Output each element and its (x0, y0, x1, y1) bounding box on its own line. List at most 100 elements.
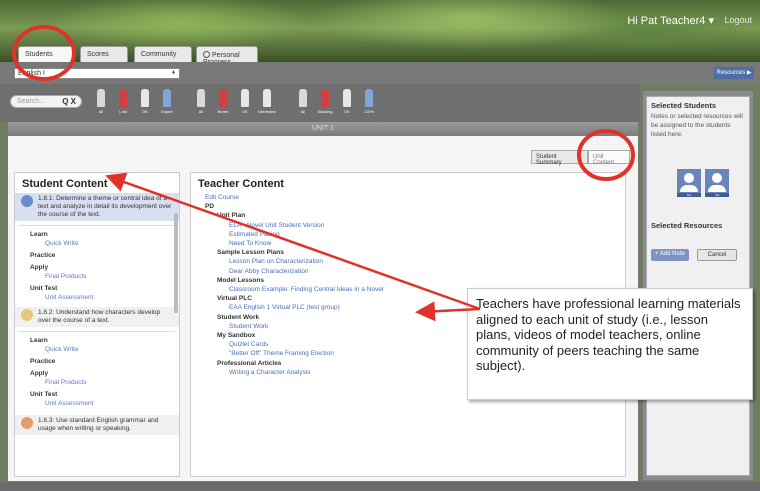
filter-figure[interactable]: All (92, 89, 110, 114)
person-icon (343, 89, 351, 107)
tab-scores[interactable]: Scores (80, 46, 128, 62)
student-avatar[interactable]: Stu (677, 169, 701, 197)
section-link[interactable]: Final Products (45, 273, 179, 280)
filter-label: All (198, 109, 204, 114)
section-link[interactable]: Final Products (45, 379, 179, 386)
section-link[interactable]: Unit Assessment (45, 400, 179, 407)
section-label: Unit Test (30, 391, 58, 398)
tab-students[interactable]: Students (18, 46, 74, 62)
section-label: Practice (30, 358, 56, 365)
unit-content-button[interactable]: Unit Content (588, 150, 630, 166)
avatar-tag: Stu (677, 193, 701, 197)
filter-label: Lost (119, 109, 127, 114)
filter-label: All (300, 109, 306, 114)
tab-community-label: Community (141, 51, 177, 58)
objective-text: 1.8.2: Understand how characters develop… (38, 309, 161, 324)
resources-button[interactable]: Resources ▶ (714, 67, 754, 79)
filter-figure[interactable]: All (192, 89, 210, 114)
filter-label: Slacking (317, 109, 333, 114)
section-link[interactable]: Quick Write (45, 346, 179, 353)
teacher-content-link[interactable]: ELA - Novel Unit Student Version (229, 221, 625, 230)
bottom-bar (0, 482, 760, 491)
objective-item[interactable]: 1.8.2: Understand how characters develop… (15, 307, 179, 327)
divider (19, 225, 175, 226)
section-label: Practice (30, 252, 56, 259)
student-content-panel: Student Content 1.8.1: Determine a theme… (14, 172, 180, 477)
teacher-content-link[interactable]: Need To Know (229, 239, 625, 248)
add-note-button[interactable]: + Add Note (651, 249, 689, 261)
select-arrow-icon: ♦ (171, 70, 175, 76)
search-clear-icon[interactable]: Q X (62, 97, 76, 106)
selected-students-title: Selected Students (651, 101, 717, 110)
filter-figure[interactable]: OK (236, 89, 254, 114)
person-icon (197, 89, 205, 107)
cancel-button[interactable]: Cancel (697, 249, 737, 261)
divider (19, 331, 175, 332)
objective-icon (21, 309, 33, 321)
teacher-content-link[interactable]: Estimated Pacing (229, 230, 625, 239)
person-icon (299, 89, 307, 107)
teacher-content-heading: PD (205, 203, 215, 211)
student-avatar[interactable]: Stu (705, 169, 730, 197)
filter-label: Bored (217, 109, 229, 114)
teacher-content-title: Teacher Content (198, 178, 284, 190)
teacher-content-heading: Model Lessons (217, 276, 264, 284)
search-input[interactable]: Search... Q X (10, 95, 82, 108)
person-icon (141, 89, 149, 107)
sidebar-inner: Selected Students Notes or selected reso… (646, 96, 750, 476)
teacher-content-link[interactable]: Lesson Plan on Characterization (229, 257, 625, 266)
objective-item[interactable]: 1.8.3: Use standard English grammar and … (15, 415, 179, 435)
teacher-content-heading: Sample Lesson Plans (217, 249, 284, 257)
avatar-tag: Stu (705, 193, 730, 197)
annotation-callout: Teachers have professional learning mate… (467, 288, 753, 400)
filter-figure[interactable]: Slacking (316, 89, 334, 114)
course-select[interactable]: English I ♦ (14, 68, 180, 79)
filter-figure[interactable]: OK (338, 89, 356, 114)
person-icon (365, 89, 373, 107)
section-label: Apply (30, 264, 49, 271)
objective-icon (21, 195, 33, 207)
objective-item[interactable]: 1.8.1: Determine a theme or central idea… (15, 193, 179, 221)
filter-label: Expert (161, 109, 173, 114)
filter-figure[interactable]: Interested (258, 89, 276, 114)
user-greeting[interactable]: Hi Pat Teacher4 ▾ (627, 14, 714, 27)
teacher-content-heading: Unit Plan (217, 212, 246, 220)
filter-label: OK (344, 109, 350, 114)
person-icon (263, 89, 271, 107)
tab-personal-progress[interactable]: Personal Progress (196, 46, 258, 66)
logout-link[interactable]: Logout (724, 15, 752, 25)
filter-figure[interactable]: Lost (114, 89, 132, 114)
filter-figure[interactable]: OK (136, 89, 154, 114)
section-label: Learn (30, 231, 48, 238)
student-content-title: Student Content (22, 178, 108, 190)
person-icon (119, 89, 127, 107)
tab-community[interactable]: Community (134, 46, 192, 62)
section-link[interactable]: Quick Write (45, 240, 179, 247)
filter-label: OK (142, 109, 148, 114)
scrollbar[interactable] (174, 213, 178, 313)
filter-figure[interactable]: Expert (158, 89, 176, 114)
section-label: Learn (30, 337, 48, 344)
student-summary-button[interactable]: Student Summary (531, 150, 588, 166)
unit-title: UNIT 1 (8, 122, 638, 136)
filter-label: Interested (258, 109, 276, 114)
selected-students-note: Notes or selected resources will be assi… (651, 113, 743, 138)
section-link[interactable]: Unit Assessment (45, 294, 179, 301)
teacher-content-link[interactable]: Dear Abby Characterization (229, 267, 625, 276)
tab-scores-label: Scores (87, 51, 109, 58)
person-icon (219, 89, 227, 107)
person-icon (241, 89, 249, 107)
teacher-content-link[interactable]: Edit Course (205, 193, 625, 202)
filter-figure[interactable]: All (294, 89, 312, 114)
circle-icon (203, 51, 210, 58)
section-label: Apply (30, 370, 49, 377)
filter-figure[interactable]: 110% (360, 89, 378, 114)
selected-resources-title: Selected Resources (651, 221, 723, 230)
filter-label: OK (242, 109, 248, 114)
section-label: Unit Test (30, 285, 58, 292)
objective-icon (21, 417, 33, 429)
person-icon (163, 89, 171, 107)
filter-figure[interactable]: Bored (214, 89, 232, 114)
search-placeholder: Search... (17, 98, 46, 105)
objective-text: 1.8.3: Use standard English grammar and … (38, 417, 159, 432)
